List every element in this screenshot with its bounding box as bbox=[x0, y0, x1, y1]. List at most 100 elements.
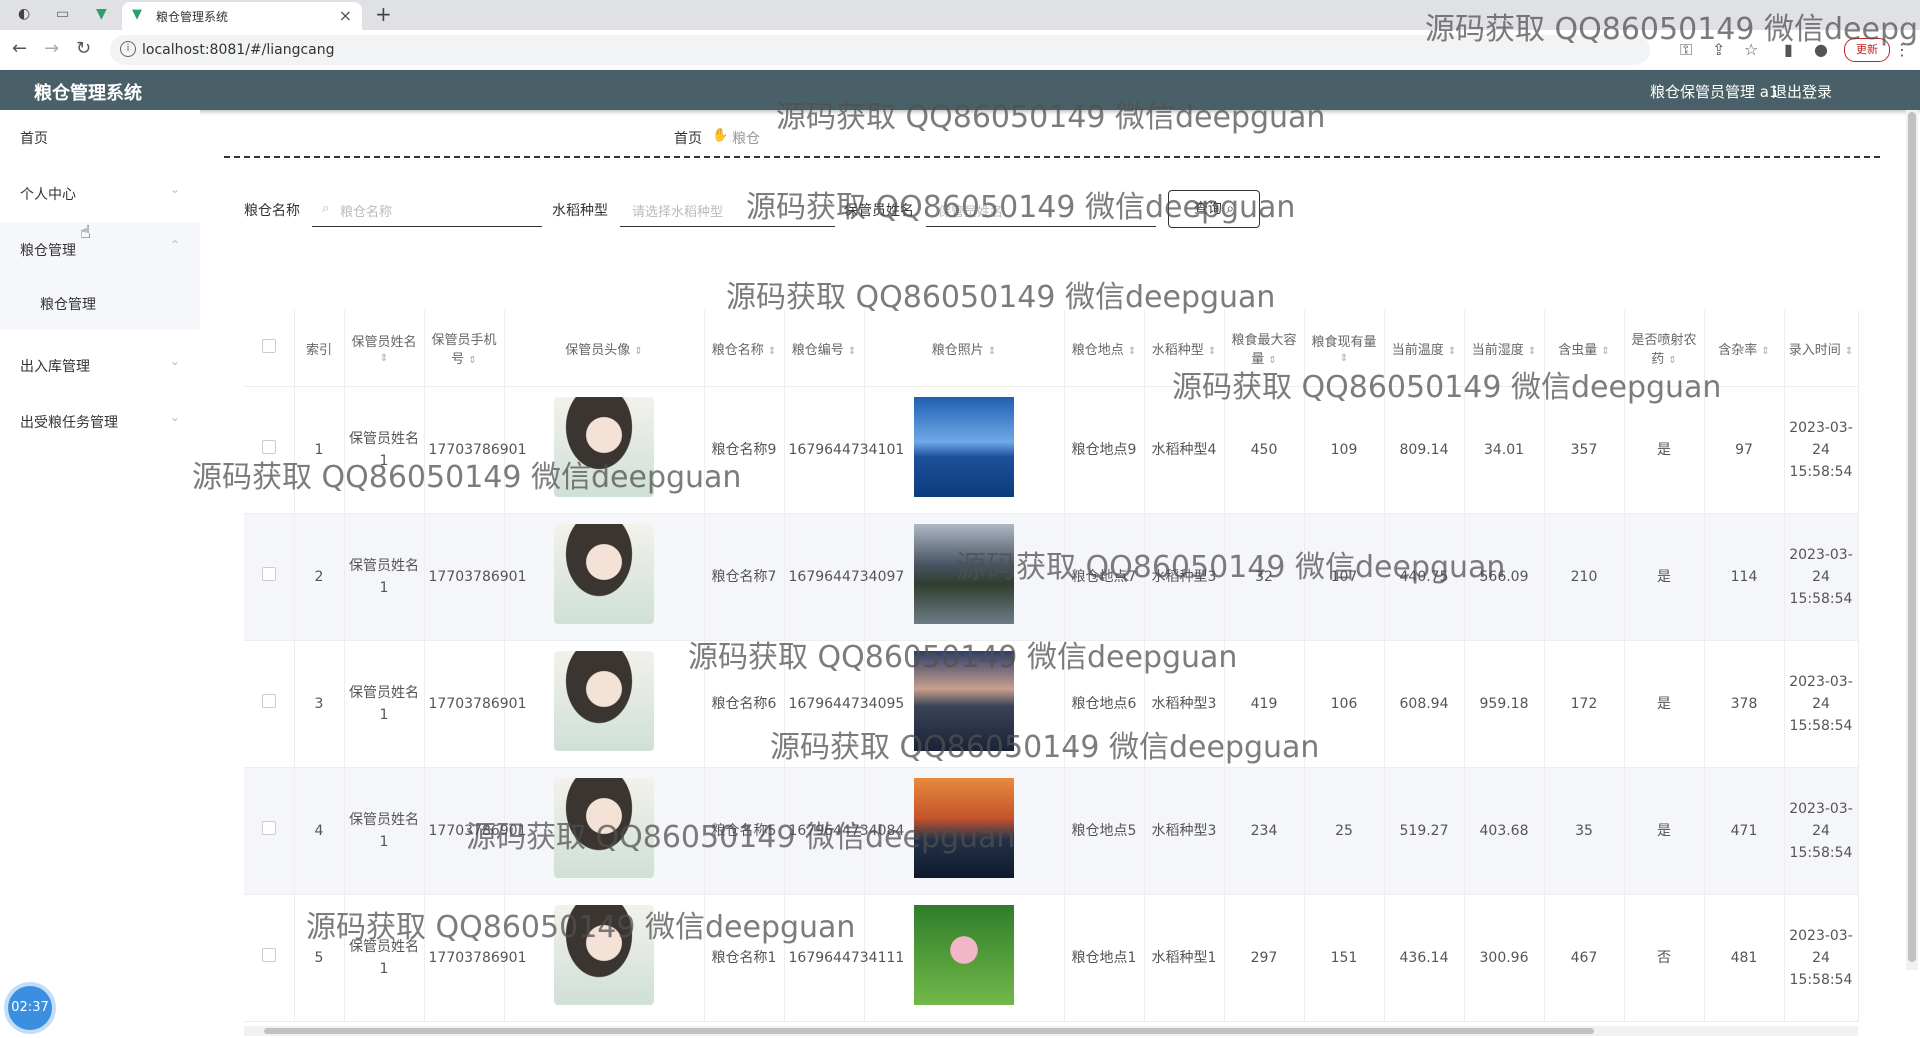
horizontal-scroll-thumb[interactable] bbox=[264, 1028, 1594, 1034]
close-tab-icon[interactable]: × bbox=[339, 6, 352, 25]
sort-icon: ⇕ bbox=[379, 353, 389, 364]
search-name-placeholder: 粮仓名称 bbox=[340, 205, 393, 220]
sort-icon: ⇕ bbox=[847, 345, 857, 357]
sidebar-item-label: 粮仓管理 bbox=[20, 243, 76, 259]
sort-icon: ⇕ bbox=[1761, 345, 1770, 357]
cell-time: 2023-03-24 15:58:54 bbox=[1784, 894, 1859, 1022]
sort-icon: ⇕ bbox=[767, 345, 777, 357]
clock-badge[interactable]: 02:37 bbox=[8, 986, 52, 1030]
logout-link[interactable]: 退出登录 bbox=[1772, 81, 1832, 102]
forward-icon[interactable]: → bbox=[44, 38, 59, 59]
new-tab-icon[interactable]: + bbox=[375, 2, 392, 26]
search-name-input[interactable]: ⌕ 粮仓名称 bbox=[312, 192, 542, 227]
col-name[interactable]: 粮仓名称 ⇕ bbox=[704, 310, 785, 387]
sidebar-item-label: 出受粮任务管理 bbox=[20, 415, 118, 431]
col-time[interactable]: 录入时间 ⇕ bbox=[1784, 310, 1859, 387]
sidebar-item-home[interactable]: 首页 bbox=[0, 110, 200, 164]
sort-icon: ⇕ bbox=[634, 345, 643, 357]
sidebar-item-inout[interactable]: 出入库管理 ⌄ bbox=[0, 338, 200, 392]
cell-now: 25 bbox=[1304, 767, 1385, 895]
cell-temp: 608.94 bbox=[1384, 640, 1465, 768]
cell-loc: 粮仓地点1 bbox=[1064, 894, 1145, 1022]
cell-pest: 是 bbox=[1624, 513, 1705, 641]
tab-title: 粮仓管理系统 bbox=[156, 10, 229, 24]
cell-time: 2023-03-24 15:58:54 bbox=[1784, 513, 1859, 641]
col-keeper[interactable]: 保管员姓名 ⇕ bbox=[344, 310, 425, 387]
site-info-icon[interactable]: i bbox=[120, 41, 136, 57]
vue-icon[interactable]: ▼ bbox=[96, 6, 107, 22]
row-checkbox[interactable] bbox=[244, 640, 295, 768]
sidebar-item-label: 个人中心 bbox=[20, 187, 76, 203]
keeper-avatar bbox=[504, 640, 705, 768]
mouse-cursor-icon: ☝ bbox=[80, 222, 91, 243]
cell-max: 297 bbox=[1224, 894, 1305, 1022]
cell-code: 1679644734097 bbox=[784, 513, 904, 641]
watermark: 源码获取 QQ86050149 微信deepguan bbox=[770, 730, 1320, 765]
cell-imp: 471 bbox=[1704, 767, 1785, 895]
watermark: 源码获取 QQ86050149 微信deepguan bbox=[192, 460, 742, 495]
cell-keeper: 保管员姓名1 bbox=[344, 640, 425, 768]
url-text: localhost:8081/#/liangcang bbox=[142, 42, 335, 58]
sidebar-item-tasks[interactable]: 出受粮任务管理 ⌄ bbox=[0, 394, 200, 448]
watermark: 源码获取 QQ86050149 微信deepguan bbox=[688, 640, 1238, 675]
chevron-down-icon: ⌄ bbox=[169, 354, 180, 368]
cell-rice: 水稻种型1 bbox=[1144, 894, 1225, 1022]
cell-max: 234 bbox=[1224, 767, 1305, 895]
tab-icon[interactable]: ▭ bbox=[56, 6, 69, 22]
sort-icon: ⇕ bbox=[1601, 345, 1610, 357]
back-icon[interactable]: ← bbox=[12, 38, 27, 59]
breadcrumb-current: 粮仓 bbox=[732, 131, 760, 147]
cell-loc: 粮仓地点5 bbox=[1064, 767, 1145, 895]
vertical-scrollbar[interactable] bbox=[1906, 110, 1918, 970]
sort-icon: ⇕ bbox=[1527, 345, 1537, 357]
user-label: 粮仓保管员管理 a1 bbox=[1650, 83, 1779, 101]
watermark: 源码获取 QQ86050149 微信deepguan bbox=[466, 820, 1016, 855]
col-avatar[interactable]: 保管员头像 ⇕ bbox=[504, 310, 705, 387]
sidebar-item-label: 出入库管理 bbox=[20, 359, 90, 375]
search-rice-label: 水稻种型 bbox=[552, 203, 608, 219]
cell-bug: 210 bbox=[1544, 513, 1625, 641]
address-bar[interactable]: i localhost:8081/#/liangcang bbox=[110, 35, 1650, 65]
cell-time: 2023-03-24 15:58:54 bbox=[1784, 640, 1859, 768]
cell-bug: 467 bbox=[1544, 894, 1625, 1022]
cell-loc: 粮仓地点9 bbox=[1064, 386, 1145, 514]
cell-time: 2023-03-24 15:58:54 bbox=[1784, 767, 1859, 895]
vertical-scroll-thumb[interactable] bbox=[1908, 112, 1916, 962]
col-location[interactable]: 粮仓地点 ⇕ bbox=[1064, 310, 1145, 387]
cell-pest: 是 bbox=[1624, 640, 1705, 768]
sort-icon: ⇕ bbox=[468, 355, 477, 366]
cell-bug: 35 bbox=[1544, 767, 1625, 895]
cell-idx: 4 bbox=[294, 767, 345, 895]
row-checkbox[interactable] bbox=[244, 513, 295, 641]
col-code[interactable]: 粮仓编号 ⇕ bbox=[784, 310, 865, 387]
breadcrumb-home[interactable]: 首页 bbox=[674, 128, 702, 148]
sidebar-subitem-granary[interactable]: 粮仓管理 bbox=[0, 276, 200, 330]
reload-icon[interactable]: ↻ bbox=[76, 38, 91, 59]
select-all-checkbox[interactable] bbox=[244, 310, 295, 387]
browser-menu-icon[interactable]: ◐ bbox=[18, 6, 30, 22]
col-photo[interactable]: 粮仓照片 ⇕ bbox=[864, 310, 1065, 387]
sidebar-item-label: 粮仓管理 bbox=[40, 297, 96, 313]
hand-icon: ✋ bbox=[712, 128, 729, 143]
row-checkbox[interactable] bbox=[244, 767, 295, 895]
cell-temp: 436.14 bbox=[1384, 894, 1465, 1022]
horizontal-scrollbar[interactable] bbox=[244, 1026, 1858, 1036]
cell-imp: 114 bbox=[1704, 513, 1785, 641]
sort-icon: ⇕ bbox=[1207, 345, 1217, 357]
col-phone[interactable]: 保管员手机号 ⇕ bbox=[424, 310, 505, 387]
cell-bug: 172 bbox=[1544, 640, 1625, 768]
search-rice-placeholder: 请选择水稻种型 bbox=[632, 205, 724, 220]
row-checkbox[interactable] bbox=[244, 894, 295, 1022]
cell-idx: 2 bbox=[294, 513, 345, 641]
watermark: 源码获取 QQ86050149 微信deepguan bbox=[1172, 370, 1722, 405]
cell-imp: 378 bbox=[1704, 640, 1785, 768]
col-index: 索引 bbox=[294, 310, 345, 387]
cell-hum: 403.68 bbox=[1464, 767, 1545, 895]
sidebar-item-profile[interactable]: 个人中心 ⌄ bbox=[0, 166, 200, 220]
sidebar-item-granary[interactable]: 粮仓管理 ⌃ bbox=[0, 222, 200, 276]
tab-active[interactable]: ▼ 粮仓管理系统 × bbox=[122, 2, 362, 30]
search-name-label: 粮仓名称 bbox=[244, 203, 300, 219]
search-icon: ⌕ bbox=[322, 201, 330, 216]
cell-pest: 是 bbox=[1624, 767, 1705, 895]
sort-icon: ⇕ bbox=[1844, 345, 1854, 357]
